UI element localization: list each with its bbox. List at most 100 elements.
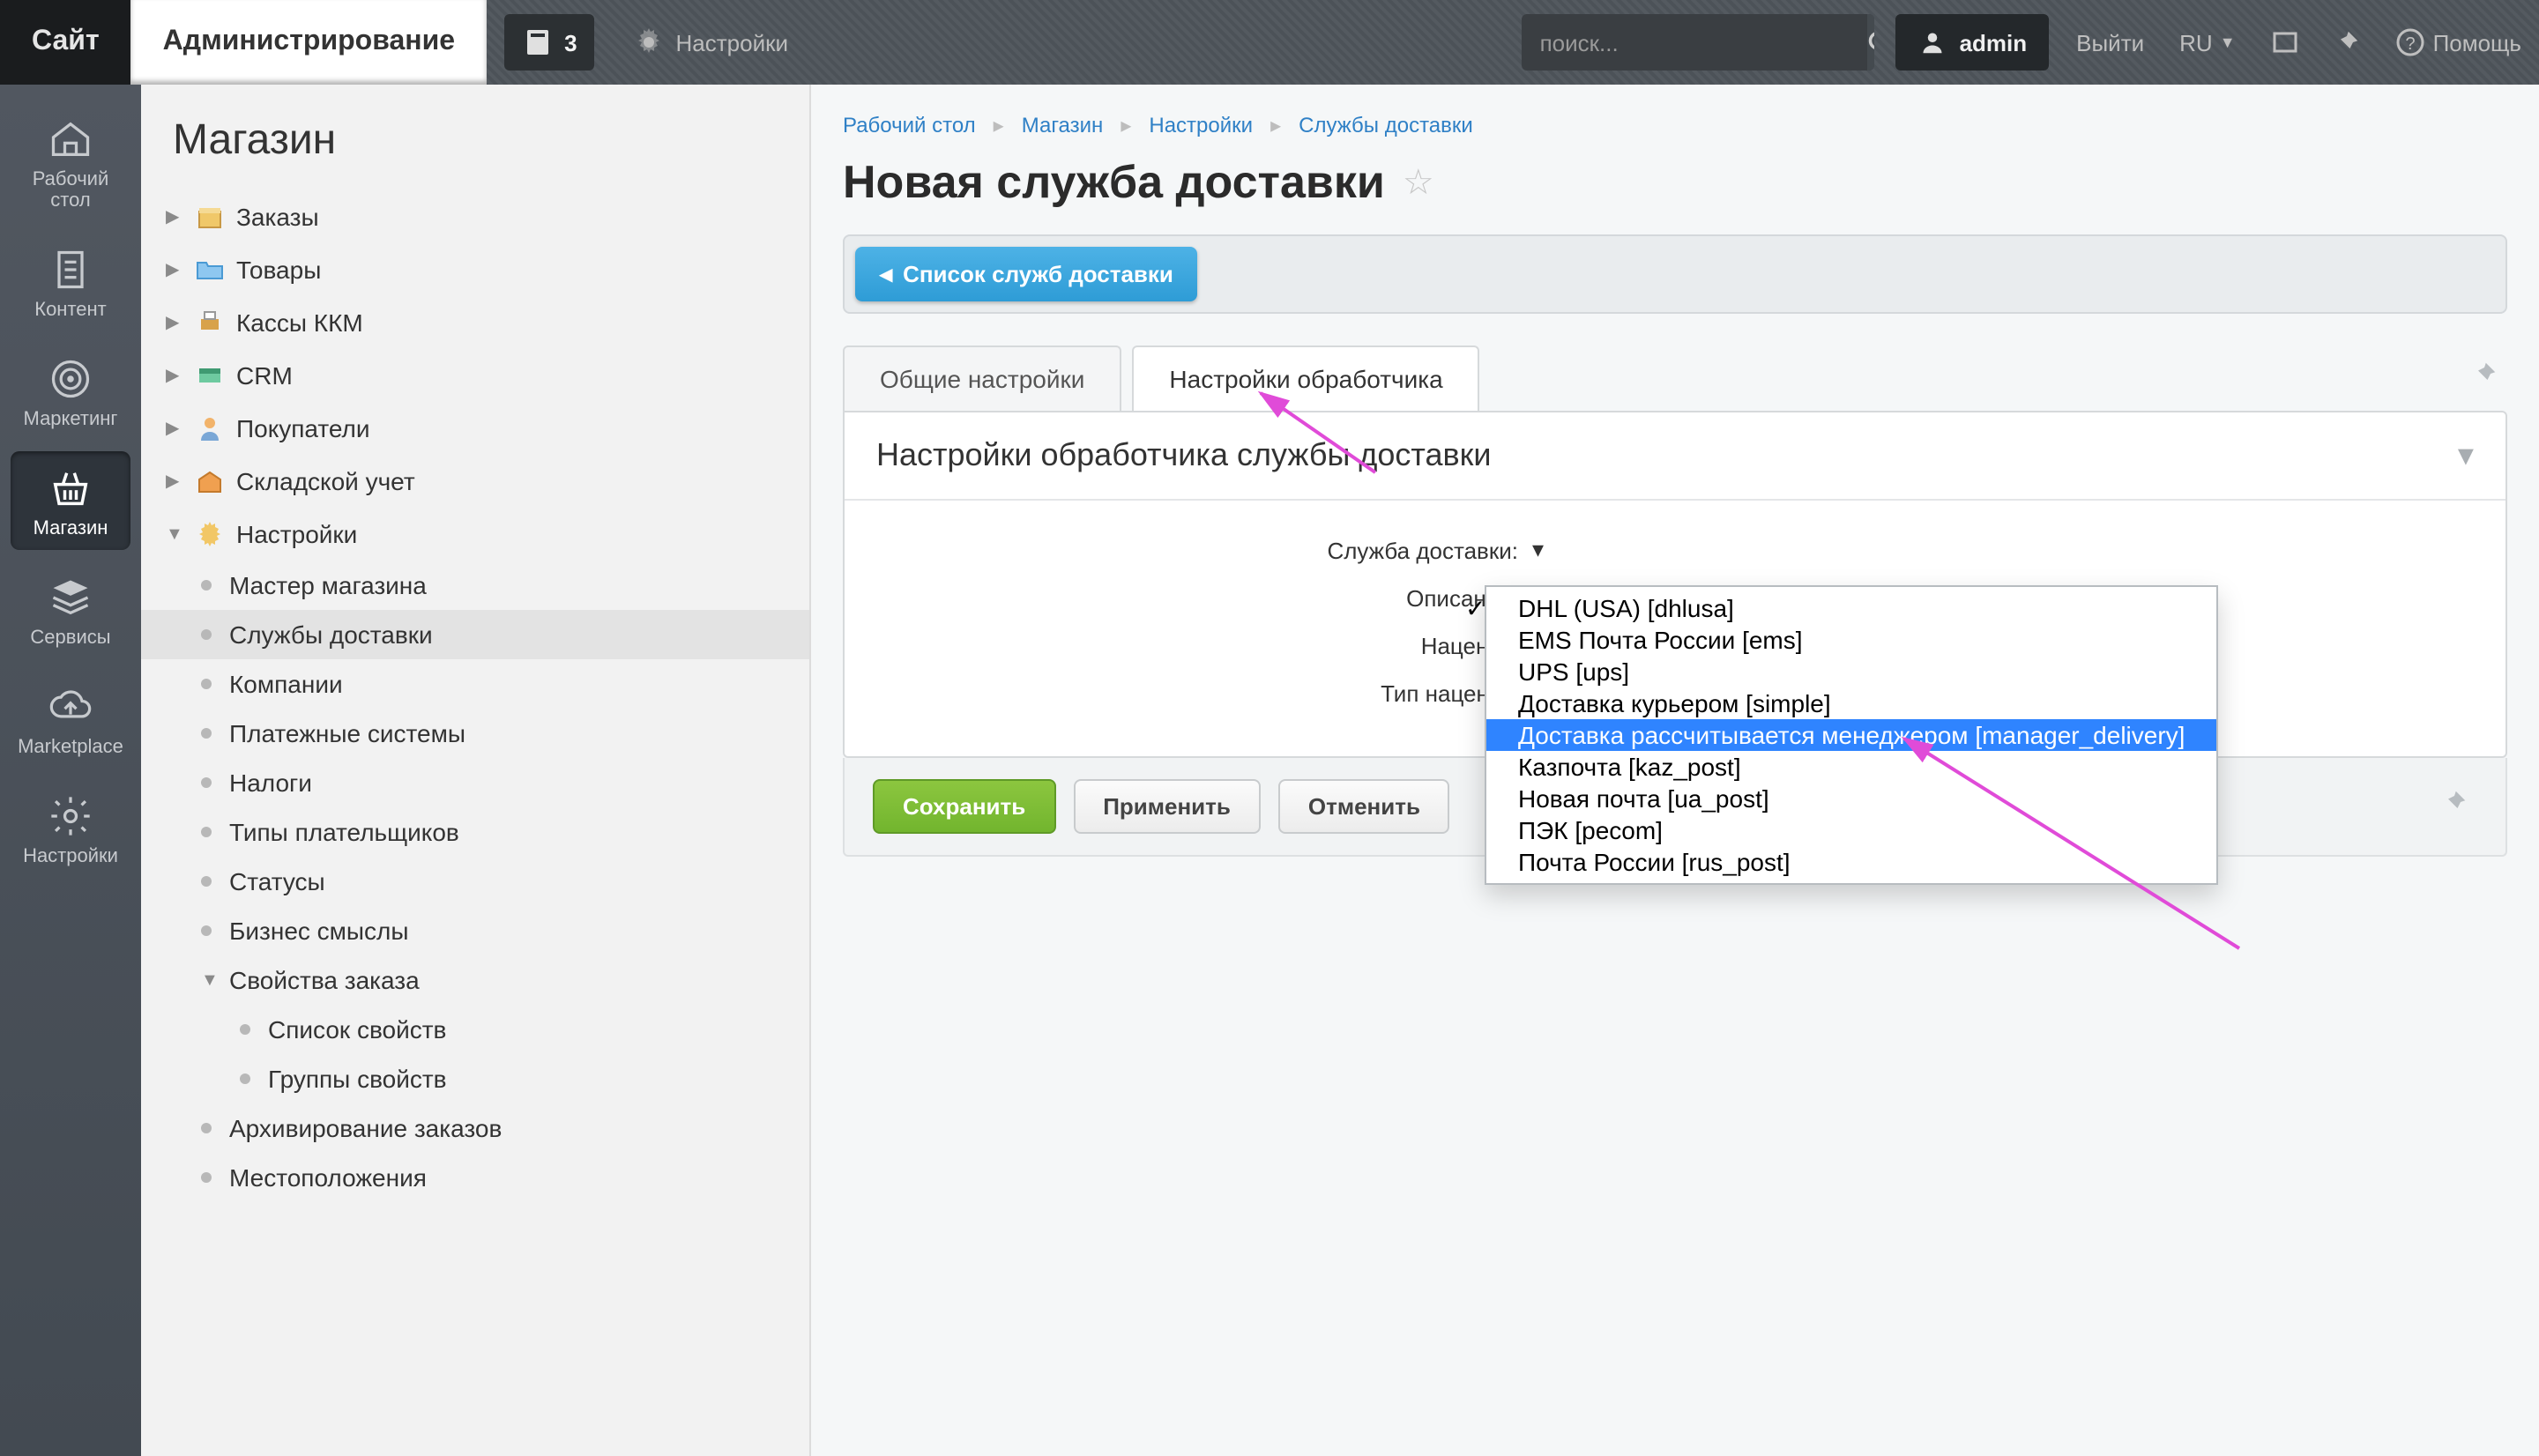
tree-item[interactable]: ▶Заказы — [141, 190, 809, 243]
tree-item[interactable]: ▶Кассы ККМ — [141, 296, 809, 349]
breadcrumb-item[interactable]: Службы доставки — [1299, 113, 1473, 137]
admin-tab[interactable]: Администрирование — [131, 0, 487, 85]
context-toolbar: Список служб доставки — [843, 234, 2507, 314]
topbar-settings-link[interactable]: Настройки — [613, 0, 810, 85]
logout-link[interactable]: Выйти — [2059, 0, 2162, 85]
tree-item[interactable]: Список свойств — [141, 1005, 809, 1054]
tree-item[interactable]: Налоги — [141, 758, 809, 807]
tree-item-label: Бизнес смыслы — [229, 917, 409, 945]
tree-item-label: Местоположения — [229, 1163, 427, 1192]
tree-item[interactable]: Платежные системы — [141, 709, 809, 758]
tree-item-label: Мастер магазина — [229, 571, 427, 599]
tree-item[interactable]: Мастер магазина — [141, 561, 809, 610]
dropdown-option[interactable]: Новая почта [ua_post] — [1486, 783, 2216, 814]
rail-desktop[interactable]: Рабочий стол — [11, 102, 130, 222]
favorite-star-icon[interactable]: ☆ — [1403, 160, 1434, 204]
notifications-button[interactable]: 3 — [504, 14, 594, 71]
help-link[interactable]: ? Помощь — [2377, 0, 2539, 85]
dropdown-option[interactable]: ПЭК [pecom] — [1486, 814, 2216, 846]
save-button[interactable]: Сохранить — [873, 779, 1055, 834]
user-icon — [194, 412, 226, 444]
tree-item-label: Архивирование заказов — [229, 1114, 502, 1142]
expand-arrow-icon: ▶ — [166, 260, 183, 279]
tree-item[interactable]: ▼Свойства заказа — [141, 955, 809, 1005]
expand-arrow-icon — [201, 625, 219, 644]
apply-button[interactable]: Применить — [1073, 779, 1261, 834]
tree-item-label: Налоги — [229, 769, 312, 797]
breadcrumb-item[interactable]: Рабочий стол — [843, 113, 976, 137]
tree-item[interactable]: Местоположения — [141, 1153, 809, 1202]
language-switcher[interactable]: RU ▼ — [2162, 0, 2252, 85]
rail-marketing[interactable]: Маркетинг — [11, 342, 130, 441]
rail-shop[interactable]: Магазин — [11, 451, 130, 550]
search-input[interactable] — [1523, 14, 1868, 71]
dropdown-option[interactable]: Доставка рассчитывается менеджером [mana… — [1486, 719, 2216, 751]
tree-item[interactable]: Группы свойств — [141, 1054, 809, 1103]
svg-text:?: ? — [2405, 34, 2415, 54]
document-icon — [46, 247, 95, 293]
search-button[interactable] — [1868, 14, 1875, 71]
crm-icon — [194, 360, 226, 391]
user-button[interactable]: admin — [1896, 14, 2049, 71]
tree-item[interactable]: ▶Складской учет — [141, 455, 809, 508]
topbar-pin-icon[interactable] — [2317, 0, 2377, 85]
site-tab[interactable]: Сайт — [0, 0, 131, 85]
notification-icon — [522, 26, 554, 58]
dropdown-option[interactable]: Доставка курьером [simple] — [1486, 687, 2216, 719]
expand-arrow-icon — [201, 724, 219, 743]
tree-item-label: Кассы ККМ — [236, 308, 363, 337]
tab-general[interactable]: Общие настройки — [843, 345, 1121, 411]
tree-item-label: Статусы — [229, 867, 325, 895]
pin-icon-bottom[interactable] — [2431, 790, 2477, 823]
tree-item-label: Покупатели — [236, 414, 370, 442]
gear-icon — [634, 26, 666, 58]
rail-marketplace[interactable]: Marketplace — [11, 670, 130, 769]
basket-icon — [46, 465, 95, 511]
tree-item[interactable]: ▶Товары — [141, 243, 809, 296]
tree-item[interactable]: Бизнес смыслы — [141, 906, 809, 955]
tree-item[interactable]: Службы доставки — [141, 610, 809, 659]
tree-item[interactable]: ▶CRM — [141, 349, 809, 402]
tree-item[interactable]: Статусы — [141, 857, 809, 906]
tree-item-label: Группы свойств — [268, 1065, 447, 1093]
left-rail: Рабочий стол Контент Маркетинг Магазин С… — [0, 85, 141, 1456]
user-icon — [1917, 26, 1949, 58]
tree-item[interactable]: Компании — [141, 659, 809, 709]
expand-arrow-icon: ▼ — [201, 970, 219, 990]
dropdown-option[interactable]: EMS Почта России [ems] — [1486, 624, 2216, 656]
service-label: Служба доставки: — [876, 537, 1529, 563]
tree-item[interactable]: Архивирование заказов — [141, 1103, 809, 1153]
rail-content[interactable]: Контент — [11, 233, 130, 331]
home-icon — [46, 116, 95, 162]
service-dropdown[interactable]: ✓DHL (USA) [dhlusa]EMS Почта России [ems… — [1485, 585, 2218, 885]
gear-icon — [194, 518, 226, 550]
breadcrumb: Рабочий стол▸Магазин▸Настройки▸Службы до… — [843, 113, 2507, 137]
rail-settings[interactable]: Настройки — [11, 779, 130, 878]
tree-item[interactable]: ▶Покупатели — [141, 402, 809, 455]
expand-arrow-icon — [201, 674, 219, 694]
pin-icon[interactable] — [2461, 361, 2507, 395]
tree-item-label: Службы доставки — [229, 620, 433, 649]
topbar-panel-icon[interactable] — [2253, 0, 2317, 85]
rail-services[interactable]: Сервисы — [11, 561, 130, 659]
dropdown-option[interactable]: Почта России [rus_post] — [1486, 846, 2216, 878]
dropdown-option[interactable]: Казпочта [kaz_post] — [1486, 751, 2216, 783]
breadcrumb-item[interactable]: Настройки — [1149, 113, 1253, 137]
dropdown-option[interactable]: ✓DHL (USA) [dhlusa] — [1486, 592, 2216, 624]
cancel-button[interactable]: Отменить — [1278, 779, 1450, 834]
notification-count: 3 — [564, 29, 577, 56]
tab-handler[interactable]: Настройки обработчика — [1132, 345, 1479, 411]
tree-item[interactable]: ▼Настройки — [141, 508, 809, 561]
folder-icon — [194, 254, 226, 286]
tree-item[interactable]: Типы плательщиков — [141, 807, 809, 857]
breadcrumb-item[interactable]: Магазин — [1022, 113, 1104, 137]
back-to-list-button[interactable]: Список служб доставки — [855, 247, 1198, 301]
dropdown-option[interactable]: UPS [ups] — [1486, 656, 2216, 687]
expand-arrow-icon — [201, 576, 219, 595]
collapse-chevron-icon[interactable]: ▾ — [2458, 437, 2474, 474]
tree-item-label: Складской учет — [236, 467, 415, 495]
description-label: Описание: — [876, 585, 1529, 612]
cloud-icon — [46, 684, 95, 730]
service-select-indicator[interactable]: ▾ — [1532, 536, 1544, 564]
tree-item-label: Платежные системы — [229, 719, 465, 747]
